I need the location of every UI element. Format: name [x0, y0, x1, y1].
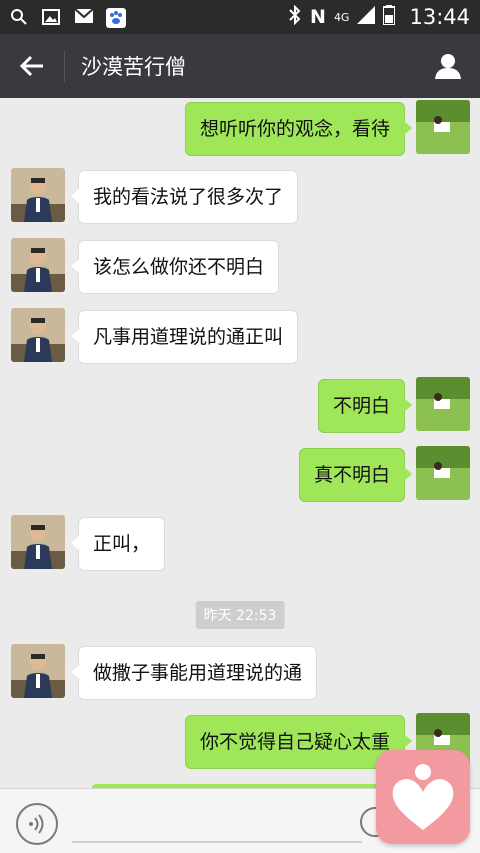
search-icon: [10, 8, 30, 26]
my-avatar[interactable]: [416, 446, 470, 500]
image-icon: [42, 8, 62, 26]
clock: 13:44: [409, 5, 470, 29]
message-bubble-outgoing[interactable]: 想听听你的观念，看待: [184, 102, 413, 156]
paw-app-icon: [106, 8, 126, 28]
bluetooth-icon: [288, 4, 302, 29]
mail-icon: [74, 8, 94, 26]
message-bubble-incoming[interactable]: 凡事用道理说的通正叫: [70, 310, 299, 364]
chat-header: 沙漠苦行僧: [0, 34, 480, 98]
signal-icon: [357, 6, 376, 28]
message-bubble-outgoing[interactable]: 你不觉得自己疑心太重: [184, 715, 413, 769]
message-row: 凡事用道理说的通正叫: [0, 308, 480, 364]
message-row: 该怎么做你还不明白: [0, 238, 480, 294]
message-bubble-incoming[interactable]: 正叫，: [70, 517, 166, 571]
status-bar: N 4G 13:44: [0, 0, 480, 34]
message-row: 真不明白: [0, 446, 480, 502]
back-button[interactable]: [0, 34, 64, 98]
message-row: 不明白: [0, 377, 480, 433]
my-avatar[interactable]: [416, 100, 470, 154]
header-divider: [64, 50, 65, 82]
message-list[interactable]: 想听听你的观念，看待 我的看法说了很多次了 该怎么做你还不明白 凡事用道理说的通…: [0, 98, 480, 788]
chat-title: 沙漠苦行僧: [81, 55, 186, 79]
contact-avatar[interactable]: [11, 644, 65, 698]
message-input[interactable]: [72, 841, 362, 843]
contact-avatar[interactable]: [11, 515, 65, 569]
message-row: 想听听你的观念，看待: [0, 100, 480, 156]
back-arrow-icon: [20, 55, 43, 77]
contact-profile-button[interactable]: [416, 34, 480, 98]
message-bubble-incoming[interactable]: 做撒子事能用道理说的通: [70, 646, 318, 700]
nfc-badge: N: [310, 6, 326, 28]
battery-icon: [382, 5, 397, 29]
network-type: 4G: [333, 10, 350, 24]
message-bubble-outgoing[interactable]: 真不明白: [298, 448, 413, 502]
person-icon: [435, 54, 461, 79]
message-bubble-incoming[interactable]: 该怎么做你还不明白: [70, 240, 280, 294]
message-row: 我的看法说了很多次了: [0, 168, 480, 224]
voice-input-button[interactable]: [16, 803, 58, 845]
time-divider: 昨天 22:53: [195, 601, 285, 629]
message-row: 正叫，: [0, 515, 480, 571]
my-avatar[interactable]: [416, 377, 470, 431]
contact-avatar[interactable]: [11, 168, 65, 222]
contact-avatar[interactable]: [11, 238, 65, 292]
heart-person-icon: [392, 764, 454, 830]
contact-avatar[interactable]: [11, 308, 65, 362]
message-bubble-incoming[interactable]: 我的看法说了很多次了: [70, 170, 299, 224]
floating-heart-widget[interactable]: [376, 750, 470, 844]
voice-wave-icon: [29, 814, 44, 834]
message-row: 做撒子事能用道理说的通: [0, 644, 480, 700]
message-bubble-outgoing[interactable]: 不明白: [317, 379, 413, 433]
